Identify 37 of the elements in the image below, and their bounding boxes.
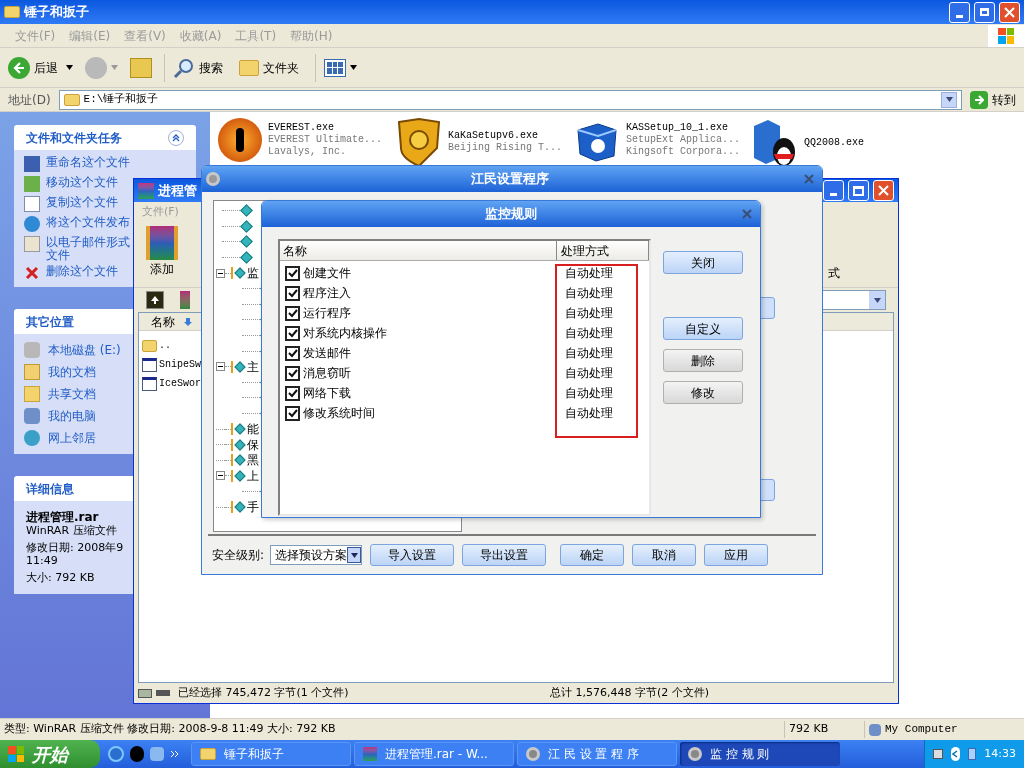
table-cell-text: 自动处理 (564, 285, 613, 302)
file-name: 进程管理.rar (26, 511, 100, 524)
status-size: 792 KB (784, 721, 864, 738)
status-text: 已经选择 745,472 字节(1 个文件) (178, 684, 350, 701)
table-cell-text: 自动处理 (564, 325, 613, 342)
window-title: 进程管 (158, 181, 197, 200)
section-title: 详细信息 (26, 480, 74, 498)
table-cell-text: 自动处理 (564, 305, 613, 322)
rule-name: 创建文件 (303, 265, 351, 282)
rule-name: 程序注入 (303, 285, 351, 302)
file-type: WinRAR 压缩文件 (26, 524, 118, 537)
dialog-title: 江民设置程序 (470, 170, 550, 189)
status-text: 总计 1,576,448 字节(2 个文件) (550, 684, 710, 701)
table-cell-text: 自动处理 (564, 345, 613, 362)
rule-name: 运行程序 (303, 305, 351, 322)
section-title: 其它位置 (26, 313, 74, 331)
column-fragment: 式 (828, 265, 840, 282)
status-location: My Computer (885, 722, 958, 738)
clock: 14:33 (984, 745, 1016, 762)
table-cell-text: 自动处理 (564, 405, 613, 422)
security-level-label: 安全级别: (212, 547, 265, 564)
modified-date: 修改日期: 2008年9 (26, 541, 125, 554)
rule-name: 网络下载 (303, 385, 351, 402)
window-title: 锤子和扳子 (24, 3, 89, 22)
section-title: 文件和文件夹任务 (26, 129, 123, 147)
rule-name: 对系统内核操作 (303, 325, 387, 342)
address-label: 地址(D) (7, 91, 52, 109)
status-text: 类型: WinRAR 压缩文件 修改日期: 2008-9-8 11:49 大小: 792 KB (3, 721, 337, 738)
modified-time: 11:49 (26, 554, 59, 567)
dialog-title: 监控规则 (484, 205, 538, 224)
table-cell-text: 自动处理 (564, 385, 613, 402)
table-cell-text: 自动处理 (564, 265, 613, 282)
rule-name: 发送邮件 (303, 345, 351, 362)
file-size: 大小: 792 KB (26, 571, 96, 584)
table-cell-text: 自动处理 (564, 365, 613, 382)
rule-name: 消息窃听 (303, 365, 351, 382)
rule-name: 修改系统时间 (303, 405, 375, 422)
